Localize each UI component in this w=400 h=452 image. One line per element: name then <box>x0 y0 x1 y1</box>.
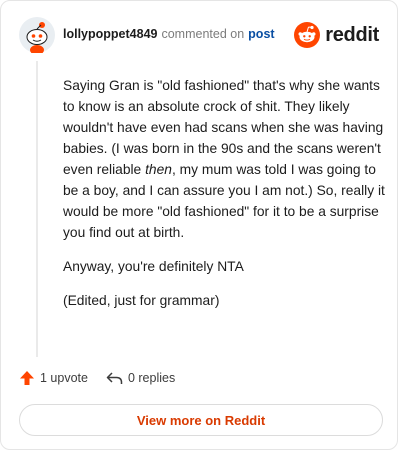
comment-meta: lollypoppet4849 commented on post <box>63 27 275 41</box>
snoo-avatar-icon <box>19 17 55 55</box>
action-text: commented on <box>161 27 245 41</box>
comment-body: Saying Gran is "old fashioned" that's wh… <box>63 75 385 324</box>
reply-icon <box>106 372 123 384</box>
thread-line <box>36 61 38 357</box>
comment-paragraph: Anyway, you're definitely NTA <box>63 259 244 274</box>
comment-paragraph: Saying Gran is "old fashioned" that's wh… <box>63 75 385 243</box>
reply-button[interactable]: 0 replies <box>106 370 175 386</box>
view-more-button[interactable]: View more on Reddit <box>19 404 383 436</box>
reddit-wordmark: reddit <box>325 23 379 46</box>
username-link[interactable]: lollypoppet4849 <box>63 27 157 41</box>
reddit-comment-embed: lollypoppet4849 commented on post reddit S… <box>0 0 398 450</box>
comment-actions: 1 upvote 0 replies <box>19 370 175 386</box>
upvote-arrow-icon <box>20 371 34 385</box>
reply-count: 0 replies <box>127 371 176 385</box>
comment-header: lollypoppet4849 commented on post reddit <box>19 17 381 55</box>
upvote-button[interactable]: 1 upvote <box>19 370 88 386</box>
reddit-logo-icon <box>294 22 321 48</box>
comment-paragraph: (Edited, just for grammar) <box>63 293 220 308</box>
upvote-count: 1 upvote <box>40 371 88 385</box>
user-avatar[interactable] <box>19 17 55 55</box>
post-link[interactable]: post <box>248 27 274 41</box>
comment-emphasis: then <box>145 162 172 177</box>
reddit-logo[interactable]: reddit <box>294 21 379 49</box>
